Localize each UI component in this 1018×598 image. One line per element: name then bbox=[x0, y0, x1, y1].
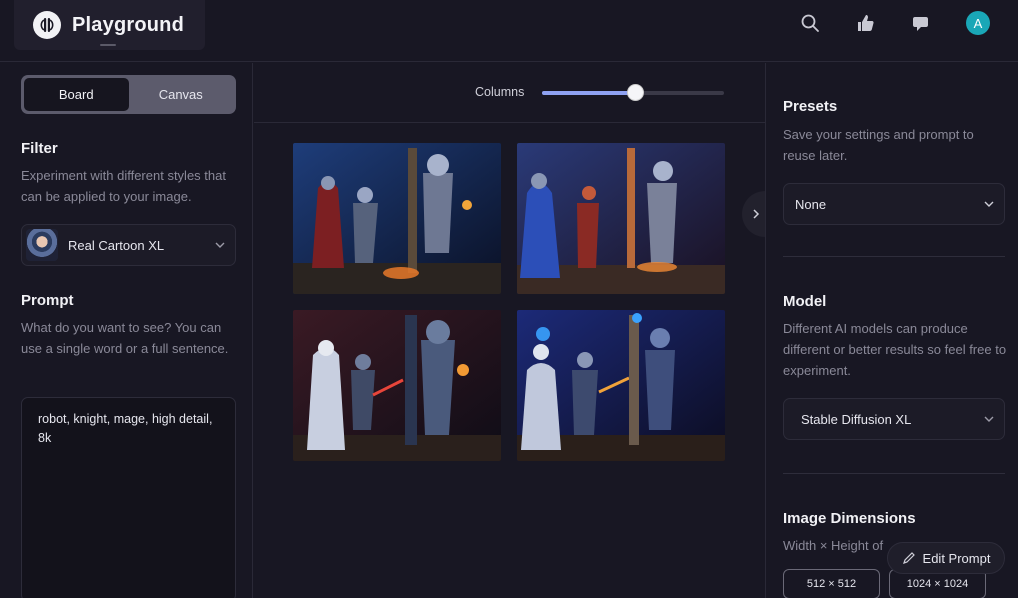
filter-thumbnail bbox=[26, 229, 58, 261]
chat-bubble-icon[interactable] bbox=[910, 11, 934, 35]
edit-prompt-label: Edit Prompt bbox=[922, 550, 991, 566]
chevron-down-icon bbox=[974, 198, 1004, 210]
filter-title: Filter bbox=[21, 140, 58, 157]
model-selected: Stable Diffusion XL bbox=[801, 411, 912, 427]
columns-slider-fill bbox=[542, 91, 635, 95]
prompt-title: Prompt bbox=[21, 292, 74, 309]
pencil-icon bbox=[902, 552, 915, 564]
view-toggle: Board Canvas bbox=[21, 75, 236, 114]
filter-selected-label: Real Cartoon XL bbox=[68, 237, 165, 253]
prompt-input[interactable]: robot, knight, mage, high detail, 8k bbox=[21, 397, 236, 598]
generated-image-2[interactable] bbox=[517, 143, 725, 294]
right-sidebar: Presets Save your settings and prompt to… bbox=[765, 63, 1018, 598]
board-toolbar: Columns bbox=[254, 63, 765, 123]
header-icons: A bbox=[766, 11, 990, 35]
top-bar: Playground A bbox=[0, 0, 1018, 62]
brand-underline bbox=[100, 44, 116, 46]
filter-select[interactable]: Real Cartoon XL bbox=[21, 224, 236, 266]
generated-image-3[interactable] bbox=[293, 310, 501, 461]
brand[interactable]: Playground bbox=[14, 0, 205, 50]
canvas-tab[interactable]: Canvas bbox=[129, 78, 234, 111]
model-select[interactable]: Stable Diffusion XL bbox=[783, 398, 1005, 440]
main-board: Columns bbox=[254, 63, 770, 598]
chevron-down-icon bbox=[974, 413, 1004, 425]
generated-image-4[interactable] bbox=[517, 310, 725, 461]
presets-selected: None bbox=[795, 196, 827, 212]
presets-select[interactable]: None bbox=[783, 183, 1005, 225]
left-sidebar: Board Canvas Filter Experiment with diff… bbox=[0, 63, 253, 598]
divider bbox=[783, 473, 1005, 474]
divider bbox=[783, 256, 1005, 257]
presets-title: Presets bbox=[783, 98, 838, 115]
avatar[interactable]: A bbox=[966, 11, 990, 35]
dimension-512-button[interactable]: 512 × 512 bbox=[783, 569, 880, 598]
chevron-right-icon bbox=[753, 209, 760, 219]
board-tab[interactable]: Board bbox=[24, 78, 129, 111]
filter-description: Experiment with different styles that ca… bbox=[21, 168, 226, 204]
search-icon[interactable] bbox=[798, 11, 822, 35]
presets-description: Save your settings and prompt to reuse l… bbox=[783, 127, 974, 163]
prompt-description: What do you want to see? You can use a s… bbox=[21, 320, 229, 356]
model-description: Different AI models can produce differen… bbox=[783, 321, 1007, 378]
dimensions-title: Image Dimensions bbox=[783, 510, 916, 527]
generated-image-1[interactable] bbox=[293, 143, 501, 294]
columns-slider-thumb[interactable] bbox=[626, 84, 644, 101]
columns-label: Columns bbox=[475, 85, 525, 99]
chevron-down-icon bbox=[205, 239, 235, 251]
model-title: Model bbox=[783, 293, 827, 310]
edit-prompt-button[interactable]: Edit Prompt bbox=[887, 542, 1005, 574]
brand-name: Playground bbox=[72, 13, 185, 36]
playground-logo-icon bbox=[33, 11, 61, 39]
thumbs-up-icon[interactable] bbox=[854, 11, 878, 35]
